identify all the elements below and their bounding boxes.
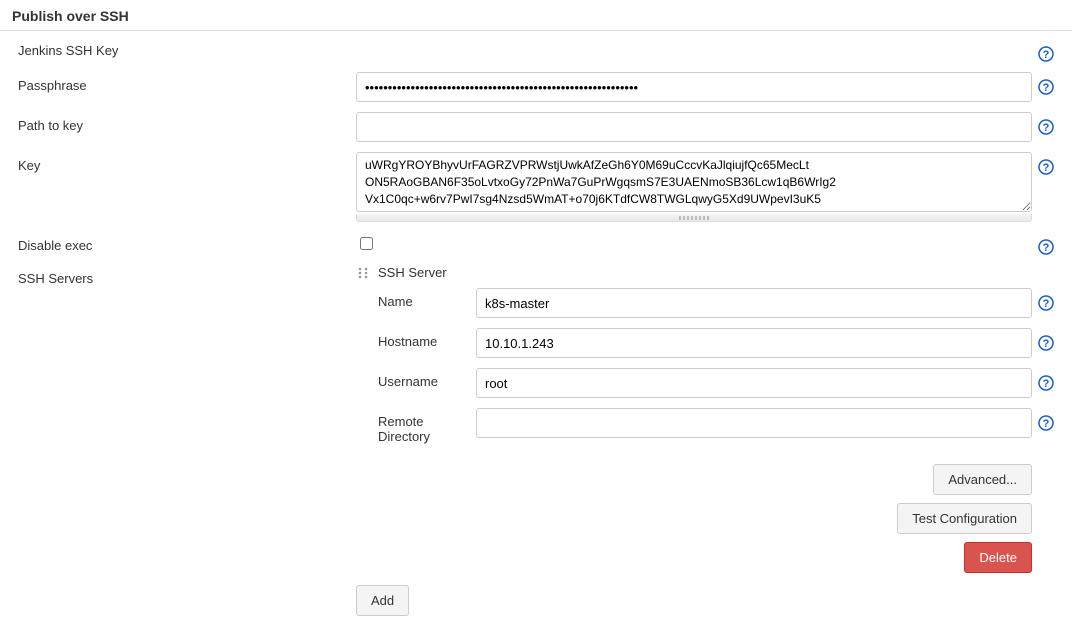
svg-text:?: ? (1043, 418, 1050, 430)
server-hostname-input[interactable] (476, 328, 1032, 358)
ssh-server-title: SSH Server (378, 265, 447, 280)
path-to-key-label: Path to key (18, 112, 356, 133)
svg-text:?: ? (1043, 122, 1050, 134)
server-remotedir-label: Remote Directory (356, 408, 476, 444)
help-icon[interactable]: ? (1038, 375, 1054, 391)
path-to-key-input[interactable] (356, 112, 1032, 142)
help-icon[interactable]: ? (1038, 239, 1054, 255)
help-icon[interactable]: ? (1038, 295, 1054, 311)
svg-text:?: ? (1043, 378, 1050, 390)
jenkins-ssh-key-label: Jenkins SSH Key (18, 39, 356, 58)
help-icon[interactable]: ? (1038, 119, 1054, 135)
server-remotedir-input[interactable] (476, 408, 1032, 438)
svg-text:?: ? (1043, 49, 1050, 61)
server-hostname-label: Hostname (356, 328, 476, 349)
svg-text:?: ? (1043, 162, 1050, 174)
help-icon[interactable]: ? (1038, 415, 1054, 431)
key-label: Key (18, 152, 356, 173)
disable-exec-label: Disable exec (18, 232, 356, 253)
help-icon[interactable]: ? (1038, 335, 1054, 351)
delete-button[interactable]: Delete (964, 542, 1032, 573)
passphrase-input[interactable] (356, 72, 1032, 102)
passphrase-label: Passphrase (18, 72, 356, 93)
server-name-input[interactable] (476, 288, 1032, 318)
test-configuration-button[interactable]: Test Configuration (897, 503, 1032, 534)
help-icon[interactable]: ? (1038, 46, 1054, 62)
help-icon[interactable]: ? (1038, 79, 1054, 95)
textarea-resize-handle[interactable] (356, 214, 1032, 222)
add-button[interactable]: Add (356, 585, 409, 616)
svg-text:?: ? (1043, 298, 1050, 310)
advanced-button[interactable]: Advanced... (933, 464, 1032, 495)
svg-text:?: ? (1043, 338, 1050, 350)
svg-text:?: ? (1043, 82, 1050, 94)
server-name-label: Name (356, 288, 476, 309)
svg-text:?: ? (1043, 242, 1050, 254)
server-username-input[interactable] (476, 368, 1032, 398)
section-title: Publish over SSH (0, 0, 1072, 31)
key-textarea[interactable]: uWRgYROYBhyvUrFAGRZVPRWstjUwkAfZeGh6Y0M6… (356, 152, 1032, 212)
disable-exec-checkbox[interactable] (360, 237, 373, 250)
help-icon[interactable]: ? (1038, 159, 1054, 175)
server-username-label: Username (356, 368, 476, 389)
ssh-servers-label: SSH Servers (18, 265, 356, 286)
drag-handle-icon[interactable] (356, 266, 370, 280)
